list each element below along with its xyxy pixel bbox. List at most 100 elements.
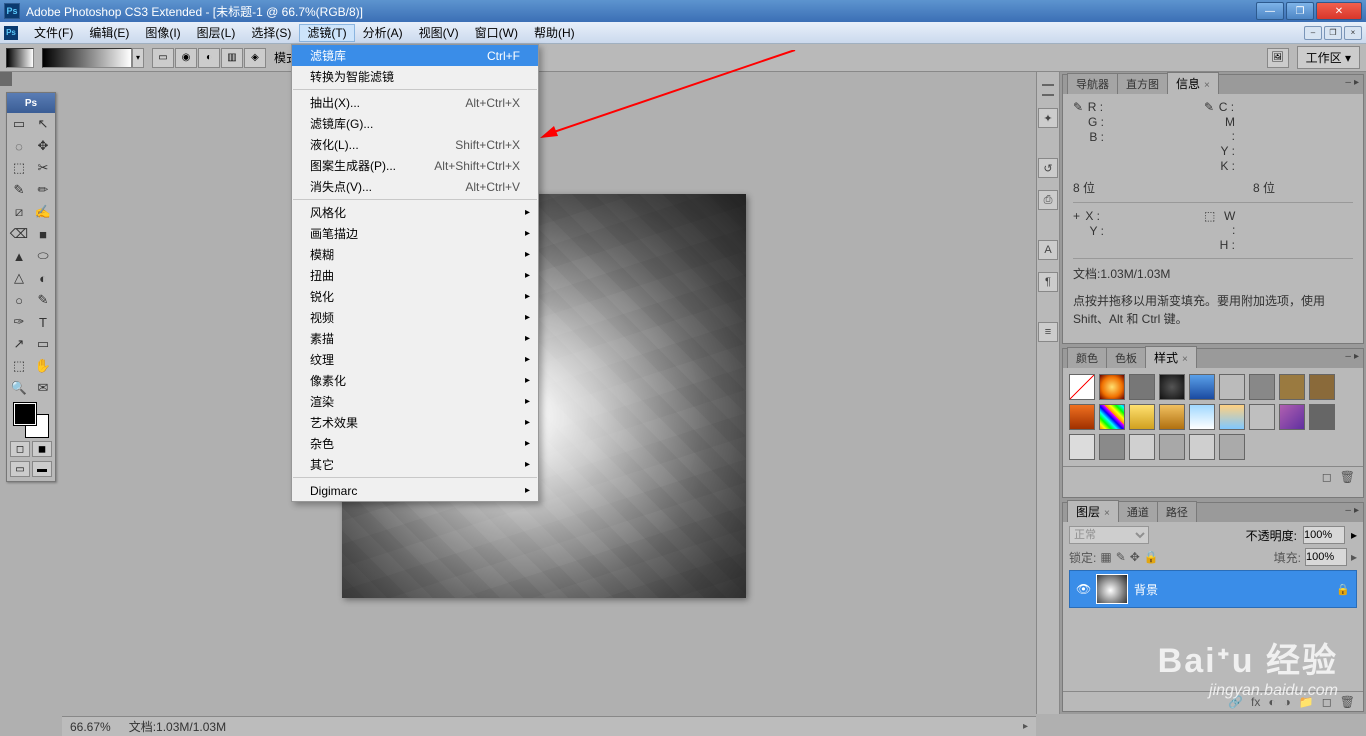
filter-menu-item[interactable]: 艺术效果 (292, 412, 538, 433)
new-layer-icon[interactable]: ◻ (1322, 695, 1332, 709)
link-layers-icon[interactable]: 🔗 (1228, 695, 1243, 709)
menu-h[interactable]: 帮助(H) (526, 24, 583, 42)
filter-menu-item[interactable]: 模糊 (292, 244, 538, 265)
foreground-background-colors[interactable] (14, 403, 48, 437)
fill-input[interactable] (1305, 548, 1347, 566)
tool-1[interactable]: ↖ (31, 113, 55, 135)
menu-i[interactable]: 图像(I) (137, 24, 188, 42)
menu-t[interactable]: 滤镜(T) (299, 24, 354, 42)
lock-transparency-icon[interactable]: ▦ (1100, 550, 1111, 564)
style-swatch[interactable] (1189, 434, 1215, 460)
gradient-dropdown[interactable]: ▾ (132, 48, 144, 68)
tool-0[interactable]: ▭ (7, 113, 31, 135)
tab-swatches[interactable]: 色板 (1106, 347, 1146, 368)
tool-4[interactable]: ⬚ (7, 157, 31, 179)
filter-menu-item[interactable]: 液化(L)...Shift+Ctrl+X (292, 134, 538, 155)
tool-14[interactable]: △ (7, 267, 31, 289)
menu-l[interactable]: 图层(L) (189, 24, 244, 42)
tool-15[interactable]: ◐ (31, 267, 55, 289)
layer-style-icon[interactable]: fx (1251, 695, 1260, 709)
filter-menu-item[interactable]: 渲染 (292, 391, 538, 412)
opacity-input[interactable] (1303, 526, 1345, 544)
gradient-radial-icon[interactable]: ◉ (175, 48, 197, 68)
menu-v[interactable]: 视图(V) (411, 24, 467, 42)
layer-row[interactable]: 👁 背景 🔒 (1069, 570, 1357, 608)
gradient-linear-icon[interactable]: ▭ (152, 48, 174, 68)
filter-menu-item[interactable]: 像素化 (292, 370, 538, 391)
style-swatch[interactable] (1309, 404, 1335, 430)
close-button[interactable]: ✕ (1316, 2, 1362, 20)
panel-minimize-icon[interactable]: – (1345, 351, 1351, 362)
visibility-icon[interactable]: 👁 (1076, 582, 1090, 596)
tool-7[interactable]: ✏ (31, 179, 55, 201)
lock-all-icon[interactable]: 🔒 (1144, 550, 1159, 564)
delete-layer-icon[interactable]: 🗑 (1340, 695, 1355, 709)
doc-close-button[interactable]: × (1344, 26, 1362, 40)
tab-histogram[interactable]: 直方图 (1117, 73, 1168, 94)
style-swatch[interactable] (1159, 374, 1185, 400)
tool-5[interactable]: ✂ (31, 157, 55, 179)
style-swatch[interactable] (1219, 374, 1245, 400)
style-swatch[interactable] (1189, 404, 1215, 430)
status-menu-icon[interactable]: ▸ (1023, 721, 1028, 732)
maximize-button[interactable]: ❐ (1286, 2, 1314, 20)
gradient-angle-icon[interactable]: ◐ (198, 48, 220, 68)
tab-color[interactable]: 颜色 (1067, 347, 1107, 368)
menu-f[interactable]: 文件(F) (26, 24, 81, 42)
tool-17[interactable]: ✎ (31, 289, 55, 311)
filter-menu-item[interactable]: 转换为智能滤镜 (292, 66, 538, 87)
tool-6[interactable]: ✎ (7, 179, 31, 201)
filter-menu-item[interactable]: 图案生成器(P)...Alt+Shift+Ctrl+X (292, 155, 538, 176)
style-swatch[interactable] (1099, 434, 1125, 460)
bridge-icon[interactable]: 🖼 (1267, 48, 1289, 68)
layer-mask-icon[interactable]: ◐ (1268, 695, 1275, 709)
dock-paragraph-icon[interactable]: ¶ (1038, 272, 1058, 292)
filter-menu-item[interactable]: 风格化 (292, 202, 538, 223)
style-swatch[interactable] (1279, 404, 1305, 430)
quickmask-mode-icon[interactable]: ◼ (32, 441, 52, 457)
panel-minimize-icon[interactable]: – (1345, 505, 1351, 516)
panel-minimize-icon[interactable]: – (1345, 77, 1351, 88)
style-swatch[interactable] (1069, 374, 1095, 400)
menu-a[interactable]: 分析(A) (355, 24, 411, 42)
filter-menu-item[interactable]: 滤镜库Ctrl+F (292, 45, 538, 66)
dock-actions-icon[interactable]: ⎙ (1038, 190, 1058, 210)
new-style-icon[interactable]: ◻ (1322, 470, 1332, 484)
tab-layers[interactable]: 图层× (1067, 500, 1119, 522)
gradient-diamond-icon[interactable]: ◈ (244, 48, 266, 68)
tool-2[interactable]: ◌ (7, 135, 31, 157)
filter-menu-item[interactable]: 锐化 (292, 286, 538, 307)
style-swatch[interactable] (1249, 404, 1275, 430)
tool-19[interactable]: T (31, 311, 55, 333)
gradient-reflected-icon[interactable]: ▥ (221, 48, 243, 68)
tool-9[interactable]: ✍ (31, 201, 55, 223)
filter-menu-item[interactable]: Digimarc (292, 480, 538, 501)
screen-mode-2-icon[interactable]: ▬ (32, 461, 52, 477)
panel-menu-icon[interactable]: ▸ (1354, 77, 1359, 88)
tool-3[interactable]: ✥ (31, 135, 55, 157)
layer-thumbnail[interactable] (1096, 574, 1128, 604)
style-swatch[interactable] (1129, 434, 1155, 460)
zoom-level[interactable]: 66.67% (70, 720, 111, 734)
menu-s[interactable]: 选择(S) (243, 24, 299, 42)
tab-paths[interactable]: 路径 (1157, 501, 1197, 522)
dock-character-icon[interactable]: A (1038, 240, 1058, 260)
panel-menu-icon[interactable]: ▸ (1354, 505, 1359, 516)
filter-menu-item[interactable]: 扭曲 (292, 265, 538, 286)
panel-menu-icon[interactable]: ▸ (1354, 351, 1359, 362)
gradient-tool-icon[interactable] (6, 48, 34, 68)
tool-20[interactable]: ↗ (7, 333, 31, 355)
style-swatch[interactable] (1219, 404, 1245, 430)
blend-mode-select[interactable]: 正常 (1069, 526, 1149, 544)
style-swatch[interactable] (1219, 434, 1245, 460)
style-swatch[interactable] (1249, 374, 1275, 400)
style-swatch[interactable] (1189, 374, 1215, 400)
tool-24[interactable]: 🔍 (7, 377, 31, 399)
doc-restore-button[interactable]: ❐ (1324, 26, 1342, 40)
tool-8[interactable]: ⧄ (7, 201, 31, 223)
delete-style-icon[interactable]: 🗑 (1340, 470, 1355, 484)
dock-grip-icon[interactable] (1042, 84, 1054, 96)
style-swatch[interactable] (1069, 434, 1095, 460)
lock-position-icon[interactable]: ✥ (1130, 550, 1140, 564)
filter-menu-item[interactable]: 其它 (292, 454, 538, 475)
